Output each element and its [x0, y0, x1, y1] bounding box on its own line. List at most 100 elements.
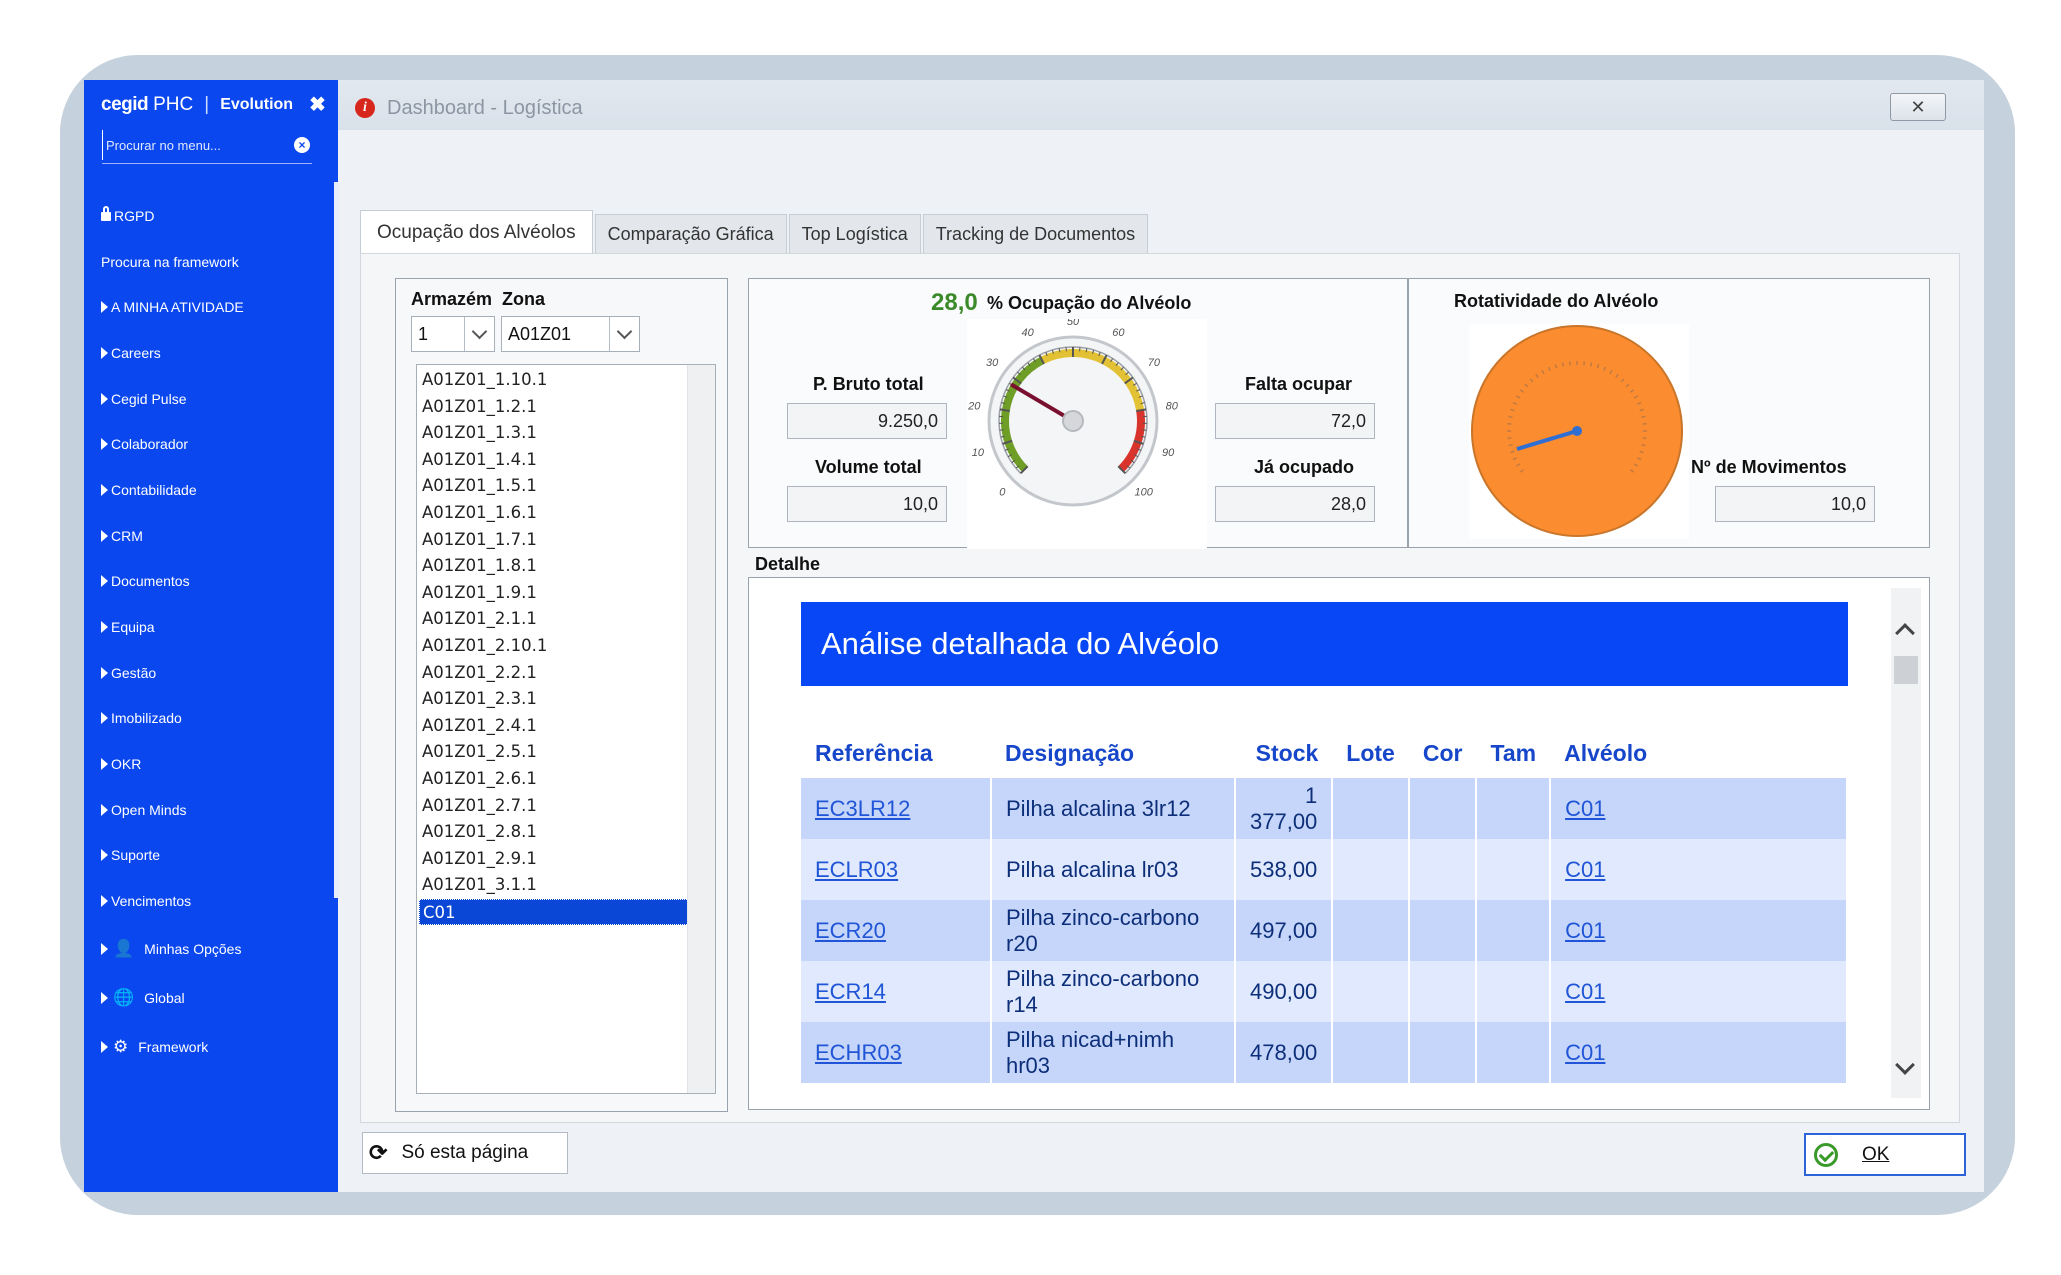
sidebar-item[interactable]: Equipa	[101, 604, 326, 650]
reference-link[interactable]: EC3LR12	[801, 778, 992, 839]
armazem-select[interactable]: 1	[411, 316, 495, 352]
table-row[interactable]: EC3LR12 Pilha alcalina 3lr12 1 377,00 C01	[801, 778, 1848, 839]
sidebar-item[interactable]: Cegid Pulse	[101, 376, 326, 422]
list-item[interactable]: A01Z01_1.3.1	[419, 420, 689, 447]
list-item[interactable]: A01Z01_2.9.1	[419, 846, 689, 873]
list-scrollbar[interactable]	[687, 365, 715, 1093]
sidebar-item[interactable]: A MINHA ATIVIDADE	[101, 284, 326, 330]
list-item[interactable]: A01Z01_1.8.1	[419, 553, 689, 580]
reference-link[interactable]: ECHR03	[801, 1022, 992, 1083]
sidebar-item-label: Contabilidade	[111, 481, 197, 498]
table-cell: 1 377,00	[1235, 778, 1334, 839]
list-item[interactable]: A01Z01_2.5.1	[419, 739, 689, 766]
sidebar-item[interactable]: Procura na framework	[101, 239, 326, 285]
table-cell	[1408, 839, 1478, 900]
movimentos-field: 10,0	[1715, 486, 1875, 522]
tab[interactable]: Tracking de Documentos	[922, 214, 1149, 254]
falta-ocupar-label: Falta ocupar	[1245, 374, 1353, 394]
occupation-gauge: 0 10 20 30 40 50 60 70 80 90 100	[967, 316, 1207, 549]
list-item[interactable]: A01Z01_1.10.1	[419, 367, 689, 394]
column-header[interactable]: Designação	[991, 728, 1235, 778]
sidebar-item[interactable]: 🌐 Global	[101, 973, 326, 1022]
only-this-page-button[interactable]: ⟳ Só esta página	[362, 1132, 568, 1174]
reference-link[interactable]: ECLR03	[801, 839, 992, 900]
list-item[interactable]: A01Z01_2.6.1	[419, 766, 689, 793]
scroll-up-icon[interactable]	[1895, 623, 1915, 643]
list-item[interactable]: A01Z01_1.4.1	[419, 447, 689, 474]
list-item[interactable]: A01Z01_1.9.1	[419, 580, 689, 607]
table-row[interactable]: ECLR03 Pilha alcalina lr03 538,00 C01	[801, 839, 1848, 900]
close-menu-icon[interactable]: ✖	[309, 92, 326, 117]
clear-search-icon[interactable]: ×	[294, 137, 310, 153]
sidebar-item-label: Colaborador	[111, 436, 189, 453]
sidebar-item[interactable]: ⚙ Framework	[101, 1022, 326, 1071]
list-item[interactable]: A01Z01_1.2.1	[419, 394, 689, 421]
brand-product: PHC	[153, 93, 194, 115]
caret-right-icon	[101, 942, 108, 955]
sidebar-item[interactable]: Suporte	[101, 833, 326, 879]
table-row[interactable]: ECR14 Pilha zinco-carbono r14 490,00 C01	[801, 961, 1848, 1022]
sidebar-item[interactable]: Imobilizado	[101, 696, 326, 742]
list-item[interactable]: A01Z01_2.10.1	[419, 633, 689, 660]
table-row[interactable]: ECHR03 Pilha nicad+nimh hr03 478,00 C01	[801, 1022, 1848, 1083]
sidebar-item[interactable]: Gestão	[101, 650, 326, 696]
list-item[interactable]: A01Z01_1.7.1	[419, 527, 689, 554]
gauge-tick-label: 100	[1135, 487, 1154, 499]
sidebar-item[interactable]: Careers	[101, 330, 326, 376]
alveolo-link[interactable]: C01	[1550, 900, 1848, 961]
ok-button[interactable]: OK	[1804, 1133, 1966, 1176]
alveolo-link[interactable]: C01	[1550, 961, 1848, 1022]
caret-right-icon	[101, 712, 108, 725]
column-header[interactable]: Cor	[1409, 728, 1477, 778]
scroll-down-icon[interactable]	[1895, 1055, 1915, 1075]
column-header[interactable]: Tam	[1476, 728, 1550, 778]
table-row[interactable]: ECR20 Pilha zinco-carbono r20 497,00 C01	[801, 900, 1848, 961]
sidebar-item[interactable]: Contabilidade	[101, 467, 326, 513]
tab[interactable]: Top Logística	[788, 214, 921, 254]
close-window-button[interactable]: ✕	[1890, 93, 1946, 121]
table-cell	[1408, 1022, 1478, 1083]
sidebar-item[interactable]: Open Minds	[101, 787, 326, 833]
alveolo-link[interactable]: C01	[1550, 778, 1848, 839]
list-item[interactable]: A01Z01_1.5.1	[419, 473, 689, 500]
tab[interactable]: Comparação Gráfica	[594, 214, 787, 254]
list-item[interactable]: A01Z01_2.7.1	[419, 793, 689, 820]
tab[interactable]: Ocupação dos Alvéolos	[360, 210, 593, 254]
movimentos-label: Nº de Movimentos	[1691, 457, 1847, 477]
scroll-thumb[interactable]	[1894, 656, 1918, 684]
zona-value: A01Z01	[508, 323, 572, 344]
list-item[interactable]: A01Z01_2.1.1	[419, 606, 689, 633]
column-header[interactable]: Stock	[1235, 728, 1332, 778]
zona-select[interactable]: A01Z01	[501, 316, 640, 352]
caret-right-icon	[101, 392, 108, 405]
sidebar-item[interactable]: Colaborador	[101, 421, 326, 467]
detail-scrollbar[interactable]	[1891, 588, 1921, 1098]
list-item[interactable]: A01Z01_2.3.1	[419, 686, 689, 713]
reference-link[interactable]: ECR14	[801, 961, 992, 1022]
alveolo-link[interactable]: C01	[1550, 839, 1848, 900]
list-item[interactable]: C01	[419, 898, 689, 926]
chevron-down-icon[interactable]	[609, 317, 639, 351]
list-item[interactable]: A01Z01_3.1.1	[419, 872, 689, 899]
sidebar-item[interactable]: Documentos	[101, 559, 326, 605]
list-item[interactable]: A01Z01_2.8.1	[419, 819, 689, 846]
detail-label: Detalhe	[755, 554, 821, 574]
sidebar-item-label: Open Minds	[111, 801, 187, 818]
sidebar-item[interactable]: 👤 Minhas Opções	[101, 924, 326, 973]
column-header[interactable]: Lote	[1332, 728, 1409, 778]
column-header[interactable]: Referência	[801, 728, 991, 778]
column-header[interactable]: Alvéolo	[1550, 728, 1847, 778]
sidebar-item[interactable]: Vencimentos	[101, 878, 326, 924]
alveolo-link[interactable]: C01	[1550, 1022, 1848, 1083]
chevron-down-icon[interactable]	[464, 317, 494, 351]
list-item[interactable]: A01Z01_2.2.1	[419, 660, 689, 687]
sidebar-item[interactable]: RGPD	[101, 193, 326, 239]
reference-link[interactable]: ECR20	[801, 900, 992, 961]
sidebar-item[interactable]: CRM	[101, 513, 326, 559]
menu-search-input[interactable]	[102, 130, 282, 160]
alveolo-list[interactable]: A01Z01_1.10.1 A01Z01_1.2.1 A01Z01_1.3.1 A01…	[416, 364, 716, 1094]
list-item[interactable]: A01Z01_1.6.1	[419, 500, 689, 527]
volume-label: Volume total	[815, 457, 922, 477]
list-item[interactable]: A01Z01_2.4.1	[419, 713, 689, 740]
sidebar-item[interactable]: OKR	[101, 741, 326, 787]
